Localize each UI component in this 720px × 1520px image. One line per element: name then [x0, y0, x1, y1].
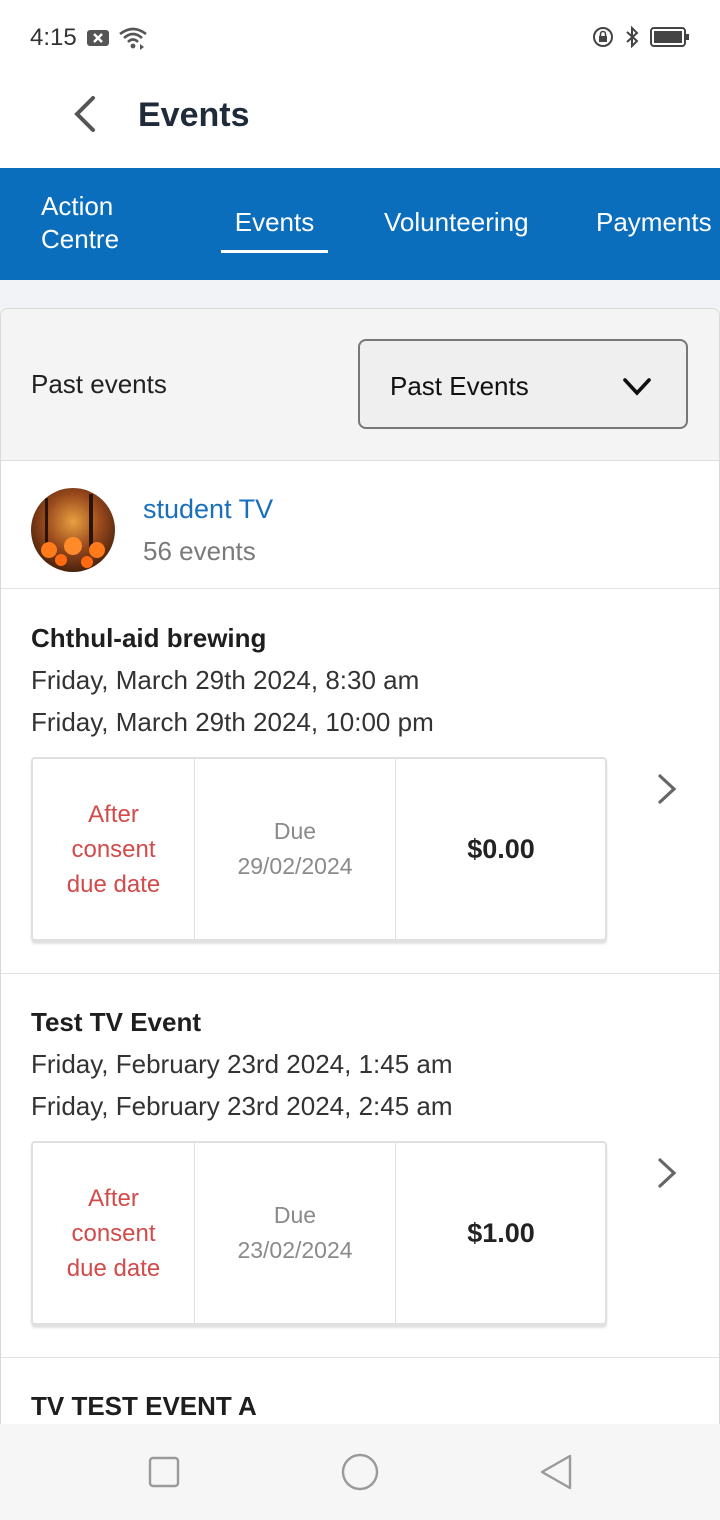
battery-icon	[650, 26, 690, 53]
event-title: Test TV Event	[31, 1007, 202, 1037]
event-amount: $1.00	[467, 1217, 535, 1248]
due-date: 23/02/2024	[237, 1237, 353, 1263]
tab-events[interactable]: Events	[221, 206, 328, 239]
notification-x-icon	[86, 28, 110, 53]
tab-volunteering[interactable]: Volunteering	[384, 206, 529, 239]
event-title[interactable]: TV TEST EVENT A	[31, 1391, 257, 1422]
back-triangle-icon	[540, 1454, 572, 1490]
chevron-right-icon[interactable]	[653, 771, 681, 807]
due-date-cell: Due 23/02/2024	[195, 1143, 396, 1323]
due-date-cell: Due 29/02/2024	[195, 759, 396, 939]
active-tab-indicator	[221, 250, 328, 253]
event-filter-select[interactable]: Past Events	[358, 339, 688, 429]
group-name-link[interactable]: student TV	[143, 494, 273, 525]
consent-status: After consent due date	[33, 759, 195, 939]
page-title: Events	[138, 96, 250, 134]
back-nav-button[interactable]	[536, 1452, 576, 1492]
event-list-item[interactable]: Chthul-aid brewing Friday, March 29th 20…	[1, 589, 719, 974]
events-card: Past events Past Events student TV 56 ev…	[0, 308, 720, 1424]
chevron-right-icon[interactable]	[653, 1155, 681, 1191]
event-list-item[interactable]: Test TV Event Friday, February 23rd 2024…	[1, 973, 719, 1358]
event-summary-box: After consent due date Due 23/02/2024 $1…	[31, 1141, 607, 1325]
due-label: Due	[273, 818, 317, 844]
back-button[interactable]	[62, 92, 106, 136]
event-start-date: Friday, March 29th 2024, 8:30 am	[31, 665, 420, 695]
event-title: Chthul-aid brewing	[31, 623, 267, 653]
status-bar: 4:15	[0, 0, 720, 78]
consent-status: After consent due date	[33, 1143, 195, 1323]
event-end-date: Friday, February 23rd 2024, 2:45 am	[31, 1091, 453, 1121]
avatar	[31, 488, 115, 572]
tab-bar: Action Centre Events Volunteering Paymen…	[0, 168, 720, 280]
content-area: Past events Past Events student TV 56 ev…	[0, 280, 720, 1424]
filter-selected-value: Past Events	[390, 371, 529, 401]
due-date: 29/02/2024	[237, 853, 353, 879]
chevron-down-icon	[623, 378, 651, 396]
chevron-left-icon	[74, 96, 95, 132]
status-time: 4:15	[30, 24, 77, 51]
group-header[interactable]: student TV 56 events	[1, 460, 719, 589]
recents-square-icon	[148, 1456, 180, 1488]
app-bar: Events	[0, 78, 720, 168]
lock-rotation-icon	[592, 26, 614, 53]
due-label: Due	[273, 1202, 317, 1228]
event-amount: $0.00	[467, 833, 535, 864]
event-start-date: Friday, February 23rd 2024, 1:45 am	[31, 1049, 453, 1079]
tab-action-centre[interactable]: Action Centre	[41, 190, 161, 256]
filter-bar: Past events Past Events	[1, 309, 719, 461]
tab-payments[interactable]: Payments	[596, 206, 712, 239]
event-end-date: Friday, March 29th 2024, 10:00 pm	[31, 707, 434, 737]
recents-button[interactable]	[144, 1452, 184, 1492]
filter-label: Past events	[31, 369, 167, 399]
wifi-icon	[118, 26, 148, 55]
group-event-count: 56 events	[143, 536, 256, 566]
event-summary-box: After consent due date Due 29/02/2024 $0…	[31, 757, 607, 941]
home-circle-icon	[341, 1453, 379, 1491]
system-nav-bar	[0, 1424, 720, 1520]
home-button[interactable]	[340, 1452, 380, 1492]
bluetooth-icon	[624, 25, 640, 53]
